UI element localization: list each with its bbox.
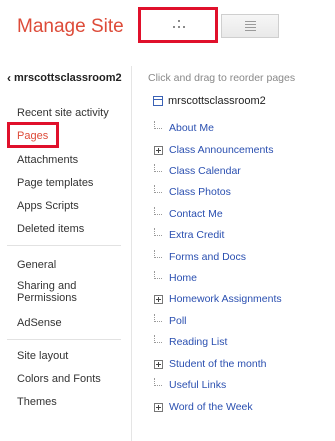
page-item-class-calendar[interactable]: Class Calendar	[154, 164, 241, 178]
sidebar-item-colors-fonts[interactable]: Colors and Fonts	[17, 373, 101, 385]
tree-connector	[154, 335, 162, 343]
tree-connector	[154, 314, 162, 322]
tree-connector	[154, 250, 162, 258]
sidebar-item-general[interactable]: General	[17, 259, 56, 271]
page-label: Poll	[169, 315, 187, 327]
expand-icon[interactable]	[154, 359, 163, 369]
root-page-label: mrscottsclassroom2	[168, 95, 266, 107]
page-label: Reading List	[169, 336, 228, 348]
sidebar-item-apps-scripts[interactable]: Apps Scripts	[17, 200, 79, 212]
back-to-site-link[interactable]: ‹ mrscottsclassroom2	[7, 71, 122, 85]
sidebar-item-recent-activity[interactable]: Recent site activity	[17, 107, 109, 119]
page-item-about-me[interactable]: About Me	[154, 121, 214, 135]
sidebar-item-attachments[interactable]: Attachments	[17, 154, 78, 166]
sidebar-item-themes[interactable]: Themes	[17, 396, 57, 408]
sidebar-item-page-templates[interactable]: Page templates	[17, 177, 93, 189]
list-view-button[interactable]	[221, 14, 279, 38]
page-label: Home	[169, 272, 198, 284]
page-item-homework-assignments[interactable]: Homework Assignments	[154, 292, 282, 306]
expand-icon[interactable]	[154, 402, 163, 412]
page-item-student-of-month[interactable]: Student of the month	[154, 357, 266, 371]
sidebar-separator	[7, 339, 121, 340]
page-title: Manage Site	[17, 16, 124, 37]
sidebar-divider	[131, 66, 132, 441]
page-label: Useful Links	[169, 379, 227, 391]
chevron-left-icon: ‹	[7, 71, 11, 85]
sidebar-item-adsense[interactable]: AdSense	[17, 317, 62, 329]
list-view-icon	[245, 21, 256, 31]
page-label: Student of the month	[169, 358, 267, 370]
sidebar-item-pages[interactable]: Pages	[17, 130, 48, 142]
page-label: Class Calendar	[169, 165, 241, 177]
page-item-word-of-week[interactable]: Word of the Week	[154, 400, 253, 414]
tree-connector	[154, 164, 162, 172]
tree-connector	[154, 207, 162, 215]
page-label: About Me	[169, 122, 214, 134]
page-item-class-photos[interactable]: Class Photos	[154, 185, 231, 199]
page-label: Contact Me	[169, 208, 223, 220]
page-item-home[interactable]: Home	[154, 271, 197, 285]
page-label: Forms and Docs	[169, 251, 247, 263]
tree-connector	[154, 378, 162, 386]
page-label: Word of the Week	[169, 401, 253, 413]
tree-connector	[154, 185, 162, 193]
site-link-label: mrscottsclassroom2	[14, 72, 122, 84]
expand-icon[interactable]	[154, 294, 163, 304]
sidebar-item-site-layout[interactable]: Site layout	[17, 350, 68, 362]
expand-icon[interactable]	[154, 145, 163, 155]
page-label: Homework Assignments	[169, 293, 282, 305]
page-label: Extra Credit	[169, 229, 225, 241]
sidebar-item-deleted-items[interactable]: Deleted items	[17, 223, 84, 235]
tree-view-button[interactable]	[138, 7, 218, 43]
page-item-poll[interactable]: Poll	[154, 314, 187, 328]
page-item-reading-list[interactable]: Reading List	[154, 335, 227, 349]
reorder-hint: Click and drag to reorder pages	[148, 72, 296, 84]
page-label: Class Announcements	[169, 144, 274, 156]
page-item-contact-me[interactable]: Contact Me	[154, 207, 223, 221]
page-item-class-announcements[interactable]: Class Announcements	[154, 143, 273, 157]
page-item-forms-docs[interactable]: Forms and Docs	[154, 250, 246, 264]
tree-connector	[154, 121, 162, 129]
tree-view-icon	[173, 20, 185, 30]
root-page[interactable]: mrscottsclassroom2	[153, 95, 266, 107]
page-item-useful-links[interactable]: Useful Links	[154, 378, 226, 392]
tree-connector	[154, 271, 162, 279]
page-label: Class Photos	[169, 186, 231, 198]
page-item-extra-credit[interactable]: Extra Credit	[154, 228, 224, 242]
sidebar-item-sharing[interactable]: Sharing and Permissions	[17, 280, 117, 304]
sidebar-separator	[7, 245, 121, 246]
tree-connector	[154, 228, 162, 236]
page-icon	[153, 96, 163, 106]
